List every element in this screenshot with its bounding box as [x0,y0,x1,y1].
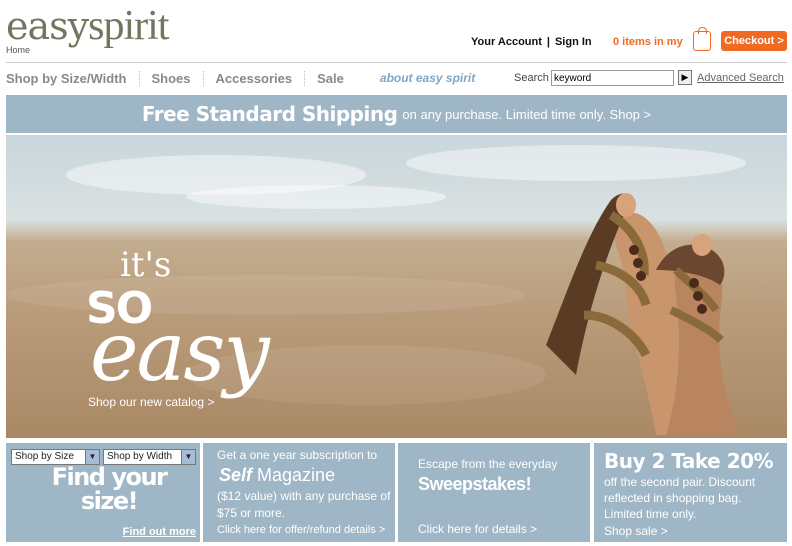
search-go-button[interactable]: ▶ [678,70,692,85]
nav-shoes[interactable]: Shoes [138,70,203,86]
nav-accessories[interactable]: Accessories [202,70,305,86]
logo-easy: easy [6,4,89,48]
shopping-bag-icon[interactable] [693,27,711,51]
sweeps-details-link[interactable]: Click here for details > [418,522,537,536]
sandal-feet-image [546,193,741,435]
chevron-down-icon: ▼ [85,450,99,464]
magazine-offer-tile[interactable]: Get a one year subscription to Self Maga… [203,443,395,542]
shipping-headline: Free Standard Shipping [141,102,398,126]
header-divider [6,62,787,63]
search-label: Search [514,72,549,84]
advanced-search-link[interactable]: Advanced Search [697,72,784,84]
width-select-value: Shop by Width [107,451,173,462]
nav-shop-by-size-width[interactable]: Shop by Size/Width [6,71,139,86]
checkout-button[interactable]: Checkout > [721,31,787,51]
shipping-detail: on any purchase. Limited time only. Shop… [402,106,652,122]
nav-sale[interactable]: Sale [304,70,356,86]
chevron-down-icon: ▼ [181,450,195,464]
your-account-link[interactable]: Your Account [471,36,542,48]
magazine-line1: Get a one year subscription to [217,448,378,462]
hero-easy-text: easy [90,305,270,400]
promo-headline: Buy 2 Take 20% [604,449,774,473]
nav-about-easy-spirit[interactable]: about easy spirit [356,71,487,85]
sale-promo-tile[interactable]: Buy 2 Take 20% off the second pair. Disc… [594,443,787,542]
main-nav: Shop by Size/Width Shoes Accessories Sal… [6,70,487,86]
self-magazine-name: Self [219,465,253,485]
sweeps-headline: Sweepstakes! [418,474,532,494]
sign-in-link[interactable]: Sign In [555,36,592,48]
account-links: Your Account | Sign In [471,36,592,48]
shop-sale-link[interactable]: Shop sale > [604,524,668,538]
home-link[interactable]: Home [6,45,30,55]
shop-catalog-link[interactable]: Shop our new catalog > [88,395,214,409]
hero-its-text: it's [120,245,172,285]
promo-body: off the second pair. Discount reflected … [604,475,756,521]
cart-count-link[interactable]: 0 items in my [613,36,683,48]
sweepstakes-tile[interactable]: Escape from the everyday Sweepstakes! Cl… [398,443,590,542]
separator: | [546,36,550,48]
magazine-value-text: ($12 value) with any purchase of $75 or … [217,489,391,520]
magazine-details-link[interactable]: Click here for offer/refund details > [217,524,385,536]
find-size-tile: Shop by Size ▼ Shop by Width ▼ Find your… [6,443,200,542]
cloud-shape [186,185,446,209]
search-input[interactable] [551,70,674,86]
size-select-value: Shop by Size [15,451,74,462]
logo-text: easyspirit [6,3,169,49]
logo-spirit: spirit [88,3,169,49]
find-your-size-heading: Find your size! [51,463,168,515]
find-out-more-link[interactable]: Find out more [123,526,196,538]
logo[interactable]: easyspirit [6,3,169,49]
hero-banner[interactable]: it's SO easy Shop our new catalog > [6,135,787,438]
shipping-banner[interactable]: Free Standard Shipping on any purchase. … [6,95,787,133]
magazine-title: Self Magazine [219,465,335,486]
sweeps-intro: Escape from the everyday [418,457,558,471]
magazine-word: Magazine [257,465,336,485]
